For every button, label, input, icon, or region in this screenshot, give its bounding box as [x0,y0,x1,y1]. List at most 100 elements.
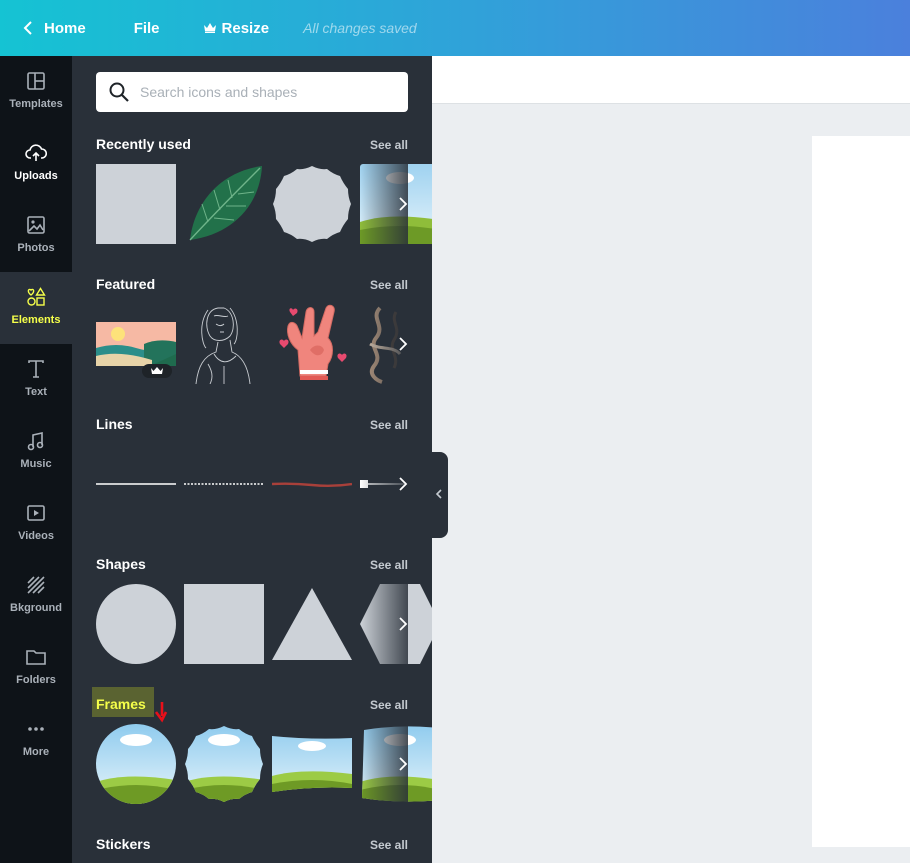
home-button[interactable]: Home [22,20,86,37]
chevron-right-icon [399,337,408,351]
beach-illustration-tile[interactable] [96,304,176,384]
rail-item-uploads[interactable]: Uploads [0,128,72,200]
rock-hand-sticker-tile[interactable] [272,304,352,384]
search-input[interactable] [140,84,390,100]
section-title-stickers: Stickers [96,836,151,852]
dotted-line-icon [184,483,264,485]
photo-icon [27,216,45,234]
section-title-recently-used: Recently used [96,136,191,152]
text-icon [28,360,44,378]
save-status: All changes saved [303,20,417,36]
leaf-graphic-tile[interactable] [184,164,264,244]
line-art-woman-icon [195,307,251,384]
see-all-shapes[interactable]: See all [370,558,408,572]
scalloped-circle-icon [273,166,351,242]
background-pattern-icon [27,576,45,594]
solid-line-tile[interactable] [96,444,176,524]
rail-label: Templates [9,98,63,110]
file-label: File [133,19,160,37]
rail-item-videos[interactable]: Videos [0,488,72,560]
premium-crown-badge [142,364,172,378]
rail-label: More [22,746,50,758]
section-title-frames: Frames [96,696,146,712]
scroll-right-button[interactable] [360,724,408,804]
rail-label: Music [20,458,52,470]
scroll-right-button[interactable] [360,584,408,664]
templates-icon [27,72,45,90]
red-arrow-annotation [154,702,168,723]
rail-label: Text [25,386,47,398]
triangle-shape-tile[interactable] [272,584,352,664]
rail-label: Photos [17,242,55,254]
see-all-lines[interactable]: See all [370,418,408,432]
home-label: Home [44,19,86,37]
see-all-recently-used[interactable]: See all [370,138,408,152]
video-icon [27,505,45,521]
rail-label: Uploads [14,170,58,182]
see-all-stickers[interactable]: See all [370,838,408,852]
triangle-shape-icon [272,588,352,660]
brush-line-icon [272,482,352,487]
resize-label: Resize [221,19,270,37]
solid-line-icon [96,483,176,485]
search-icon [109,82,129,102]
rail-label: Videos [18,530,54,542]
dotted-line-tile[interactable] [184,444,264,524]
scalloped-shape-tile[interactable] [272,164,352,244]
rail-item-folders[interactable]: Folders [0,632,72,704]
rail-label: Elements [11,314,61,326]
rock-hand-icon [279,304,347,380]
crown-icon [203,23,216,33]
rail-item-photos[interactable]: Photos [0,200,72,272]
scalloped-frame-tile[interactable] [184,724,264,804]
recently-used-row [96,164,432,244]
section-title-featured: Featured [96,276,156,292]
circle-frame-icon [96,724,176,804]
scroll-right-button[interactable] [360,164,408,244]
scroll-right-button[interactable] [360,444,408,524]
file-menu-button[interactable]: File [134,20,160,37]
resize-button[interactable]: Resize [203,19,270,37]
rail-item-background[interactable]: Bkground [0,560,72,632]
scalloped-frame-icon [185,726,263,802]
rail-item-templates[interactable]: Templates [0,56,72,128]
scroll-right-button[interactable] [360,304,408,384]
search-box[interactable] [96,72,408,112]
see-all-frames[interactable]: See all [370,698,408,712]
rail-item-music[interactable]: Music [0,416,72,488]
featured-row [96,304,408,384]
brush-line-tile[interactable] [272,444,352,524]
folder-icon [26,650,46,665]
rail-item-more[interactable]: More [0,704,72,776]
circle-shape-icon [96,584,176,664]
chevron-right-icon [399,757,408,771]
chevron-left-icon [435,489,442,499]
circle-shape-tile[interactable] [96,584,176,664]
wavy-frame-tile[interactable] [272,724,352,804]
see-all-featured[interactable]: See all [370,278,408,292]
editor-toolbar [432,56,910,104]
chevron-right-icon [399,477,408,491]
rail-item-elements[interactable]: Elements [0,272,72,344]
line-art-portrait-tile[interactable] [184,304,264,384]
leaf-icon [189,166,262,241]
design-page-canvas[interactable] [812,136,910,847]
shapes-row [96,584,432,664]
section-title-lines: Lines [96,416,133,432]
section-title-shapes: Shapes [96,556,146,572]
chevron-right-icon [399,197,408,211]
wavy-rectangle-frame-icon [272,736,352,792]
square-shape-tile[interactable] [96,164,176,244]
top-bar: Home File Resize All changes saved [0,0,910,56]
frames-row [96,724,432,804]
chevron-right-icon [399,617,408,631]
rail-label: Folders [16,674,56,686]
rail-item-text[interactable]: Text [0,344,72,416]
more-dots-icon [28,727,44,731]
square-shape-tile[interactable] [184,584,264,664]
square-shape-icon [96,164,176,244]
circle-frame-tile[interactable] [96,724,176,804]
upload-cloud-icon [25,144,47,161]
collapse-panel-button[interactable] [432,452,448,538]
chevron-left-icon [23,21,32,35]
